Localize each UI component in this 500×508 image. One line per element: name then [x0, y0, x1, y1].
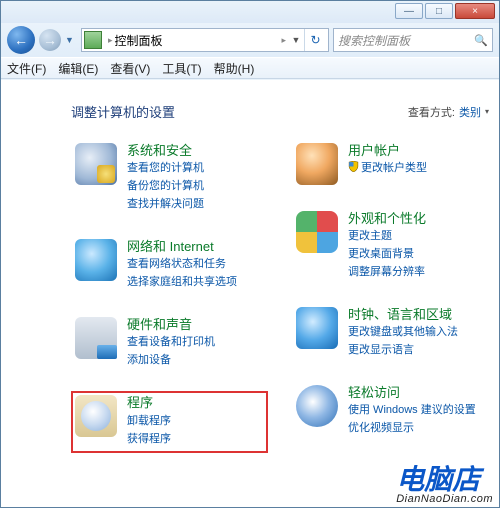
titlebar: — □ ×: [1, 1, 499, 23]
category-link[interactable]: 更改桌面背景: [348, 247, 426, 263]
search-icon[interactable]: 🔍: [474, 34, 488, 47]
category-title-user-accounts[interactable]: 用户帐户: [348, 143, 427, 159]
category-body: 硬件和声音查看设备和打印机添加设备: [127, 317, 215, 369]
category-link[interactable]: 获得程序: [127, 432, 171, 448]
category-link[interactable]: 查看设备和打印机: [127, 335, 215, 351]
view-by-label: 查看方式:: [408, 104, 455, 120]
close-button[interactable]: ×: [455, 3, 495, 19]
category-user-accounts: 用户帐户更改帐户类型: [292, 139, 489, 191]
category-ease-of-access: 轻松访问使用 Windows 建议的设置优化视频显示: [292, 381, 489, 443]
category-programs: 程序卸载程序获得程序: [71, 391, 268, 453]
content-area: 调整计算机的设置 查看方式: 类别 ▾ 系统和安全查看您的计算机备份您的计算机查…: [1, 80, 499, 507]
menu-tools[interactable]: 工具(T): [162, 60, 201, 77]
view-by-value: 类别: [459, 104, 481, 120]
uac-shield-icon: [348, 161, 359, 172]
category-title-programs[interactable]: 程序: [127, 395, 171, 411]
address-bar[interactable]: ▸ 控制面板 ▸ ▼ ↻: [81, 28, 329, 52]
navbar: ← → ▼ ▸ 控制面板 ▸ ▼ ↻ 搜索控制面板 🔍: [1, 23, 499, 57]
category-body: 外观和个性化更改主题更改桌面背景调整屏幕分辨率: [348, 211, 426, 281]
view-by[interactable]: 查看方式: 类别 ▾: [408, 104, 489, 120]
category-link[interactable]: 更改键盘或其他输入法: [348, 325, 458, 341]
category-link[interactable]: 添加设备: [127, 353, 215, 369]
appearance-icon[interactable]: [296, 211, 338, 253]
address-dropdown[interactable]: ▼: [288, 35, 304, 45]
category-link[interactable]: 调整屏幕分辨率: [348, 265, 426, 281]
category-link[interactable]: 更改主题: [348, 229, 426, 245]
clock-language-region-icon[interactable]: [296, 307, 338, 349]
address-sep: ▸: [281, 35, 286, 46]
view-by-drop-icon: ▾: [485, 107, 489, 116]
category-clock-language-region: 时钟、语言和区域更改键盘或其他输入法更改显示语言: [292, 303, 489, 365]
hardware-sound-icon[interactable]: [75, 317, 117, 359]
system-security-icon[interactable]: [75, 143, 117, 185]
network-internet-icon[interactable]: [75, 239, 117, 281]
category-body: 时钟、语言和区域更改键盘或其他输入法更改显示语言: [348, 307, 458, 359]
heading-row: 调整计算机的设置 查看方式: 类别 ▾: [71, 102, 489, 121]
category-title-ease-of-access[interactable]: 轻松访问: [348, 385, 476, 401]
category-grid: 系统和安全查看您的计算机备份您的计算机查找并解决问题网络和 Internet 查看…: [71, 139, 489, 453]
category-system-security: 系统和安全查看您的计算机备份您的计算机查找并解决问题: [71, 139, 268, 219]
category-link[interactable]: 卸载程序: [127, 414, 171, 430]
category-link[interactable]: 查找并解决问题: [127, 197, 204, 213]
category-column-right: 用户帐户更改帐户类型外观和个性化更改主题更改桌面背景调整屏幕分辨率时钟、语言和区…: [292, 139, 489, 453]
refresh-button[interactable]: ↻: [304, 29, 326, 51]
maximize-button[interactable]: □: [425, 3, 453, 19]
menu-file[interactable]: 文件(F): [7, 60, 46, 77]
menu-bar: 文件(F) 编辑(E) 查看(V) 工具(T) 帮助(H): [1, 57, 499, 79]
category-link[interactable]: 更改帐户类型: [348, 161, 427, 177]
history-dropdown[interactable]: ▼: [65, 35, 77, 45]
category-link[interactable]: 更改显示语言: [348, 343, 458, 359]
category-body: 网络和 Internet 查看网络状态和任务选择家庭组和共享选项: [127, 239, 237, 291]
search-input[interactable]: 搜索控制面板 🔍: [333, 28, 493, 52]
programs-icon[interactable]: [75, 395, 117, 437]
menu-edit[interactable]: 编辑(E): [58, 60, 98, 77]
search-placeholder: 搜索控制面板: [338, 32, 410, 49]
category-title-network-internet[interactable]: 网络和 Internet: [127, 239, 237, 255]
category-body: 轻松访问使用 Windows 建议的设置优化视频显示: [348, 385, 476, 437]
category-body: 程序卸载程序获得程序: [127, 395, 171, 447]
address-location: 控制面板: [115, 32, 280, 49]
category-body: 系统和安全查看您的计算机备份您的计算机查找并解决问题: [127, 143, 204, 213]
category-link[interactable]: 查看网络状态和任务: [127, 257, 237, 273]
category-link[interactable]: 备份您的计算机: [127, 179, 204, 195]
category-hardware-sound: 硬件和声音查看设备和打印机添加设备: [71, 313, 268, 375]
control-panel-window: — □ × ← → ▼ ▸ 控制面板 ▸ ▼ ↻ 搜索控制面板 🔍 文件(F) …: [0, 0, 500, 508]
category-title-hardware-sound[interactable]: 硬件和声音: [127, 317, 215, 333]
back-button[interactable]: ←: [7, 26, 35, 54]
category-title-appearance[interactable]: 外观和个性化: [348, 211, 426, 227]
user-accounts-icon[interactable]: [296, 143, 338, 185]
category-link[interactable]: 查看您的计算机: [127, 161, 204, 177]
category-column-left: 系统和安全查看您的计算机备份您的计算机查找并解决问题网络和 Internet 查看…: [71, 139, 268, 453]
ease-of-access-icon[interactable]: [296, 385, 338, 427]
page-heading: 调整计算机的设置: [71, 102, 175, 121]
category-title-clock-language-region[interactable]: 时钟、语言和区域: [348, 307, 458, 323]
category-link[interactable]: 选择家庭组和共享选项: [127, 275, 237, 291]
control-panel-address-icon: [84, 31, 102, 49]
address-root-sep: ▸: [108, 35, 113, 46]
category-network-internet: 网络和 Internet 查看网络状态和任务选择家庭组和共享选项: [71, 235, 268, 297]
forward-button[interactable]: →: [39, 29, 61, 51]
category-title-system-security[interactable]: 系统和安全: [127, 143, 204, 159]
menu-view[interactable]: 查看(V): [110, 60, 150, 77]
menu-help[interactable]: 帮助(H): [214, 60, 255, 77]
category-appearance: 外观和个性化更改主题更改桌面背景调整屏幕分辨率: [292, 207, 489, 287]
minimize-button[interactable]: —: [395, 3, 423, 19]
category-link[interactable]: 使用 Windows 建议的设置: [348, 403, 476, 419]
category-body: 用户帐户更改帐户类型: [348, 143, 427, 185]
category-link[interactable]: 优化视频显示: [348, 421, 476, 437]
